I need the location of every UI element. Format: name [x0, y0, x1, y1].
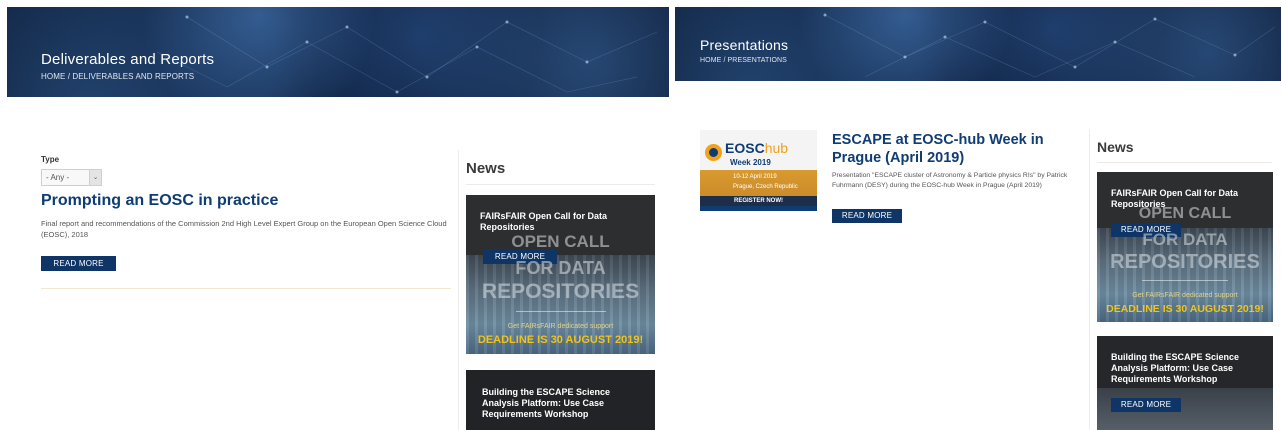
type-filter-select[interactable]: - Any - ⌄: [41, 169, 102, 186]
news-card[interactable]: Building the ESCAPE Science Analysis Pla…: [1097, 336, 1273, 430]
type-filter-value: - Any -: [46, 173, 70, 182]
read-more-button[interactable]: READ MORE: [832, 209, 902, 223]
thumbnail-footer: [700, 206, 817, 211]
breadcrumb: HOME / PRESENTATIONS: [700, 57, 787, 64]
poster-rule: [516, 311, 606, 312]
page-title: Deliverables and Reports: [41, 51, 215, 68]
read-more-button[interactable]: READ MORE: [41, 256, 116, 271]
breadcrumb: HOME / DELIVERABLES AND REPORTS: [41, 72, 195, 81]
news-card-read-more-button[interactable]: READ MORE: [1111, 398, 1181, 412]
poster-line-1: OPEN CALL: [1138, 205, 1232, 222]
poster-deadline: DEADLINE IS 30 AUGUST 2019!: [1106, 303, 1264, 315]
thumbnail-brand: EOSChub: [725, 140, 788, 156]
article-title[interactable]: Prompting an EOSC in practice: [41, 192, 278, 210]
thumbnail-brand-text: EOSC: [725, 140, 765, 156]
news-card[interactable]: FAIRsFAIR Open Call for Data Repositorie…: [466, 195, 655, 354]
thumbnail-dates: 10-12 April 2019: [733, 174, 777, 180]
article-divider: [41, 288, 451, 289]
deliverables-page: Deliverables and Reports HOME / DELIVERA…: [0, 0, 672, 430]
poster-line-3: REPOSITORIES: [481, 280, 640, 303]
article-title[interactable]: ESCAPE at EOSC-hub Week in Prague (April…: [832, 131, 1062, 167]
poster-line-1: OPEN CALL: [511, 232, 610, 251]
news-sidebar-divider: [1089, 130, 1090, 430]
poster-line-2: FOR DATA: [1142, 230, 1228, 249]
page-title: Presentations: [700, 37, 789, 53]
poster-line-3: REPOSITORIES: [1110, 251, 1260, 273]
poster-subtitle: Get FAIRsFAIR dedicated support: [507, 323, 614, 330]
news-separator: [1097, 162, 1272, 163]
article-summary: Final report and recommendations of the …: [41, 219, 447, 239]
news-card[interactable]: Building the ESCAPE Science Analysis Pla…: [466, 370, 655, 430]
news-card[interactable]: FAIRsFAIR Open Call for Data Repositorie…: [1097, 172, 1273, 322]
presentations-page: Presentations HOME / PRESENTATIONS EOSCh…: [672, 0, 1282, 430]
article-summary: Presentation "ESCAPE cluster of Astronom…: [832, 172, 1068, 189]
poster-line-2: FOR DATA: [515, 258, 606, 278]
thumbnail-brand-suffix: hub: [764, 140, 789, 156]
poster-subtitle: Get FAIRsFAIR dedicated support: [1132, 292, 1238, 299]
hero-banner: Deliverables and Reports HOME / DELIVERA…: [7, 7, 669, 97]
news-card-title: FAIRsFAIR Open Call for Data Repositorie…: [480, 211, 608, 232]
presentation-thumbnail[interactable]: EOSChub Week 2019 10-12 April 2019 Pragu…: [700, 130, 817, 211]
thumbnail-subtitle: Week 2019: [730, 158, 771, 167]
hero-banner: Presentations HOME / PRESENTATIONS: [675, 7, 1281, 81]
thumbnail-register-button: REGISTER NOW!: [700, 196, 817, 206]
news-card-title: Building the ESCAPE Science Analysis Pla…: [1111, 352, 1240, 384]
news-card-title: Building the ESCAPE Science Analysis Pla…: [482, 387, 611, 419]
chevron-down-icon: ⌄: [89, 170, 101, 185]
type-filter-label: Type: [41, 155, 60, 164]
news-heading: News: [1097, 139, 1134, 155]
thumbnail-location: Prague, Czech Republic: [733, 184, 798, 190]
poster-deadline: DEADLINE IS 30 AUGUST 2019!: [477, 334, 644, 346]
news-separator: [466, 184, 655, 185]
news-heading: News: [466, 160, 506, 177]
eosc-logo-icon: [705, 144, 722, 161]
news-sidebar-divider: [458, 150, 459, 430]
poster-rule: [1142, 280, 1228, 281]
